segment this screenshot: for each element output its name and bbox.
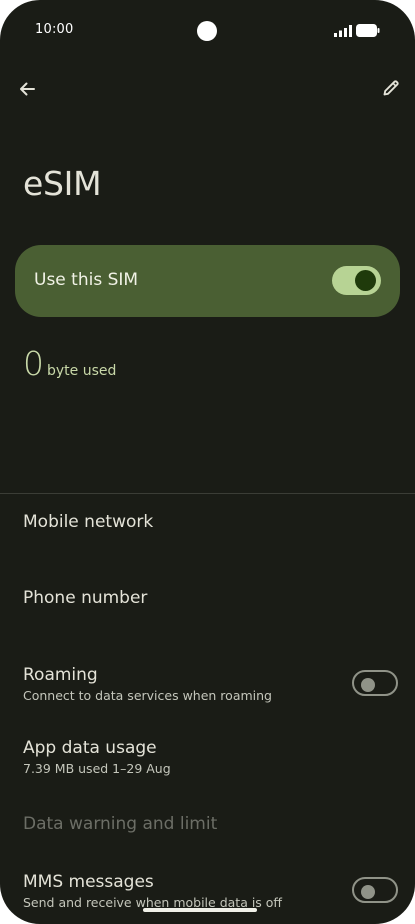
edit-button[interactable] — [376, 73, 406, 103]
toggle-thumb — [361, 885, 375, 899]
setting-title: Phone number — [23, 588, 148, 608]
setting-title: Data warning and limit — [23, 814, 218, 834]
section-divider — [0, 493, 415, 494]
battery-icon — [356, 24, 380, 37]
front-camera — [197, 21, 217, 41]
setting-data-warning: Data warning and limit — [23, 813, 403, 835]
page-title: eSIM — [23, 164, 102, 203]
data-usage-summary: 0 byte used — [23, 344, 116, 383]
status-bar: 10:00 — [0, 0, 415, 62]
setting-mms-messages[interactable]: MMS messages Send and receive when mobil… — [23, 871, 403, 911]
setting-subtitle: Connect to data services when roaming — [23, 688, 272, 703]
setting-title: App data usage — [23, 738, 157, 758]
toggle-thumb — [361, 678, 375, 692]
roaming-toggle[interactable] — [352, 670, 398, 696]
setting-roaming[interactable]: Roaming Connect to data services when ro… — [23, 664, 403, 704]
setting-title: Mobile network — [23, 512, 154, 532]
status-time: 10:00 — [35, 22, 74, 37]
setting-phone-number[interactable]: Phone number — [23, 587, 403, 609]
setting-title: MMS messages — [23, 872, 154, 892]
use-sim-card[interactable]: Use this SIM — [15, 245, 400, 317]
signal-icon — [334, 25, 352, 37]
pencil-edit-icon — [383, 80, 399, 96]
toggle-thumb — [355, 270, 376, 291]
use-sim-label: Use this SIM — [34, 270, 139, 290]
setting-title: Roaming — [23, 665, 98, 685]
setting-app-data-usage[interactable]: App data usage 7.39 MB used 1–29 Aug — [23, 737, 403, 777]
mms-toggle[interactable] — [352, 877, 398, 903]
use-sim-toggle[interactable] — [332, 266, 381, 295]
setting-mobile-network[interactable]: Mobile network — [23, 511, 403, 533]
home-indicator[interactable] — [143, 908, 257, 912]
arrow-back-icon — [20, 82, 35, 96]
setting-subtitle: 7.39 MB used 1–29 Aug — [23, 761, 171, 776]
back-button[interactable] — [12, 74, 42, 104]
usage-unit: byte used — [47, 363, 117, 379]
phone-screen: 10:00 eSIM Use this SIM 0 byte used Mobi… — [0, 0, 415, 924]
usage-value: 0 — [23, 344, 44, 383]
